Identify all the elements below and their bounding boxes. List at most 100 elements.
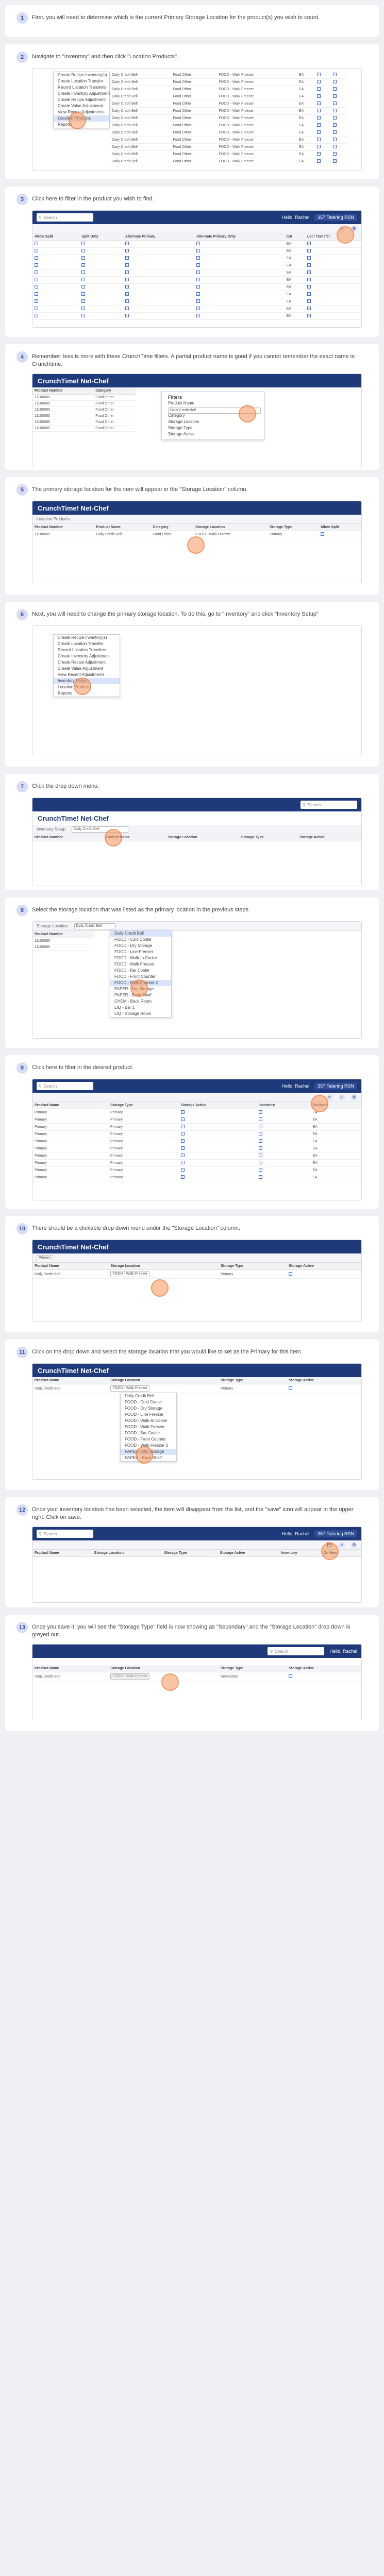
dropdown-option[interactable]: FOOD - Walk Freezer — [110, 961, 171, 968]
checkbox[interactable] — [196, 292, 201, 296]
checkbox[interactable] — [125, 256, 129, 260]
checkbox[interactable] — [125, 263, 129, 267]
checkbox[interactable] — [258, 1125, 262, 1128]
checkbox[interactable] — [333, 109, 337, 112]
checkbox[interactable] — [317, 116, 321, 120]
search-input[interactable]: ⚲ Search — [268, 1647, 325, 1655]
checkbox[interactable] — [333, 152, 337, 156]
checkbox[interactable] — [81, 270, 86, 274]
storage-location-filter[interactable]: Primary — [37, 1255, 54, 1261]
checkbox[interactable] — [258, 1175, 262, 1179]
checkbox[interactable] — [181, 1132, 185, 1136]
column-header[interactable]: Product Name — [32, 1377, 109, 1384]
column-header[interactable]: Storage Active — [287, 1377, 361, 1384]
checkbox[interactable] — [333, 101, 337, 105]
dropdown-option[interactable]: FOOD - Walk-In Cooler — [121, 1418, 176, 1424]
dropdown-option[interactable]: Daily Credit Bell — [110, 930, 171, 937]
menu-item[interactable]: View Recent Adjustments — [54, 672, 120, 678]
menu-item[interactable]: Create Inventory Adjustment — [54, 91, 110, 97]
checkbox[interactable] — [181, 1161, 185, 1164]
checkbox[interactable] — [125, 278, 129, 281]
column-header[interactable]: Storage Active — [287, 1263, 361, 1270]
checkbox[interactable] — [333, 73, 337, 76]
store-selector[interactable]: 357 Tatering RSN — [314, 214, 357, 221]
search-input[interactable]: ⚲ Search — [37, 1530, 93, 1538]
column-header[interactable]: Storage Type — [219, 1665, 287, 1672]
checkbox[interactable] — [81, 299, 86, 303]
column-header[interactable]: Storage Type — [239, 834, 297, 841]
checkbox[interactable] — [320, 532, 324, 536]
store-selector[interactable]: 357 Tatering RSN — [314, 1082, 357, 1090]
checkbox[interactable] — [307, 299, 311, 303]
checkbox[interactable] — [35, 299, 38, 303]
column-header[interactable]: Storage Location — [165, 834, 239, 841]
dropdown-option[interactable]: FOOD - Cold Cooler — [121, 1399, 176, 1405]
checkbox[interactable] — [181, 1175, 185, 1179]
checkbox[interactable] — [196, 307, 201, 310]
dropdown-option[interactable]: FOOD - Walk-In Cooler — [110, 955, 171, 961]
checkbox[interactable] — [307, 270, 311, 274]
checkbox[interactable] — [196, 314, 201, 317]
search-input[interactable]: ⚲ Search — [37, 1082, 93, 1090]
column-header[interactable]: Alternate Primary Only — [194, 233, 285, 241]
checkbox[interactable] — [181, 1139, 185, 1143]
column-header[interactable]: Storage Type — [219, 1377, 287, 1384]
checkbox[interactable] — [125, 314, 129, 317]
checkbox[interactable] — [317, 73, 321, 76]
checkbox[interactable] — [289, 1272, 293, 1276]
checkbox[interactable] — [35, 263, 38, 267]
checkbox[interactable] — [125, 270, 129, 274]
column-header[interactable]: Split Only — [79, 233, 123, 241]
column-header[interactable]: Product Name — [94, 524, 151, 531]
checkbox[interactable] — [181, 1154, 185, 1157]
column-header[interactable]: Storage Type — [268, 524, 319, 531]
checkbox[interactable] — [317, 80, 321, 83]
user-greeting[interactable]: Hello, Rachel — [282, 1531, 310, 1536]
column-header[interactable]: Product Number — [32, 834, 104, 841]
column-header[interactable]: Storage Location — [92, 1550, 162, 1557]
checkbox[interactable] — [307, 278, 311, 281]
column-header[interactable]: Category — [151, 524, 193, 531]
checkbox[interactable] — [196, 285, 201, 289]
storage-location-dropdown[interactable]: Daily Credit Bell — [74, 923, 115, 929]
checkbox[interactable] — [181, 1110, 185, 1114]
dropdown-option[interactable]: FOOD - Dry Storage — [110, 943, 171, 949]
checkbox[interactable] — [317, 87, 321, 91]
checkbox[interactable] — [317, 101, 321, 105]
checkbox[interactable] — [258, 1168, 262, 1172]
gear-icon[interactable]: ⚙ — [351, 1541, 357, 1548]
checkbox[interactable] — [307, 285, 311, 289]
save-icon[interactable]: ✓ — [339, 1094, 345, 1100]
checkbox[interactable] — [35, 270, 38, 274]
column-header[interactable]: Category — [93, 387, 136, 395]
checkbox[interactable] — [317, 94, 321, 98]
checkbox[interactable] — [196, 270, 201, 274]
checkbox[interactable] — [333, 138, 337, 141]
dropdown-option[interactable]: FOOD - Line Freezer — [121, 1412, 176, 1418]
search-input[interactable]: ⚲ Search — [37, 213, 93, 222]
column-header[interactable]: Alternate Primary — [123, 233, 195, 241]
dropdown-option[interactable]: FOOD - Line Freezer — [110, 949, 171, 955]
dropdown-option[interactable]: LIQ - Storage Room — [110, 1011, 171, 1017]
dropdown-option[interactable]: FOOD - Bar Cooler — [110, 968, 171, 974]
checkbox[interactable] — [181, 1146, 185, 1150]
dropdown-option[interactable]: FOOD - Dry Storage — [121, 1405, 176, 1412]
column-header[interactable]: Storage Location — [193, 524, 268, 531]
column-header[interactable]: Storage Location — [108, 1377, 219, 1384]
checkbox[interactable] — [35, 292, 38, 296]
checkbox[interactable] — [258, 1161, 262, 1164]
checkbox[interactable] — [258, 1132, 262, 1136]
checkbox[interactable] — [81, 249, 86, 252]
column-header[interactable]: Inventory — [279, 1550, 322, 1557]
checkbox[interactable] — [125, 299, 129, 303]
checkbox[interactable] — [81, 292, 86, 296]
menu-item[interactable]: Create Location Transfer — [54, 641, 120, 647]
menu-item[interactable]: Create Inventory Adjustment — [54, 653, 120, 659]
checkbox[interactable] — [333, 123, 337, 127]
user-greeting[interactable]: Hello, Rachel — [282, 215, 310, 220]
menu-item[interactable]: Create Recipe Adjustment — [54, 97, 109, 103]
checkbox[interactable] — [307, 314, 311, 317]
dropdown-option[interactable]: FOOD - Cold Cooler — [110, 937, 171, 943]
user-greeting[interactable]: Hello, Rachel — [329, 1649, 357, 1654]
checkbox[interactable] — [307, 242, 311, 245]
